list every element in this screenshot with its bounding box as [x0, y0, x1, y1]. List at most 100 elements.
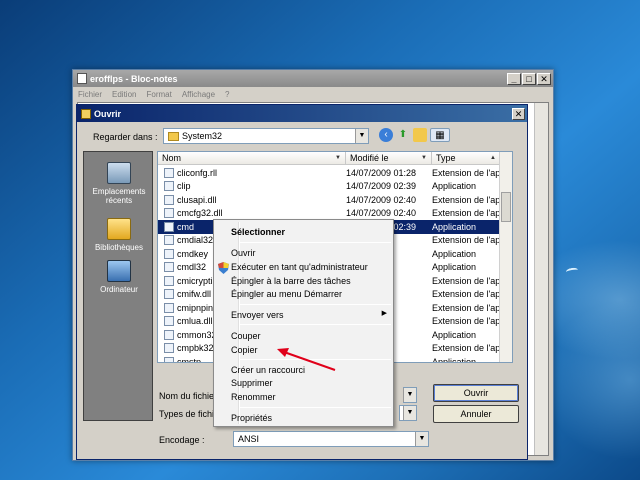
file-name: cmstp	[177, 356, 202, 363]
place-label: Emplacements récents	[92, 187, 146, 205]
file-name: cmcfg32.dll	[177, 208, 223, 219]
maximize-button[interactable]: □	[522, 72, 536, 85]
file-icon	[164, 235, 174, 246]
dialog-titlebar[interactable]: Ouvrir ✕	[77, 105, 527, 122]
chevron-down-icon[interactable]: ▼	[403, 406, 416, 420]
filename-field[interactable]: ▼	[403, 387, 417, 403]
menu-item-pin-start[interactable]: Épingler au menu Démarrer	[231, 289, 342, 299]
file-name: cliconfg.rll	[177, 167, 218, 178]
file-name: cmd	[177, 221, 195, 232]
file-row[interactable]: clip 14/07/2009 02:39 Application	[158, 180, 500, 194]
menu-item-rename[interactable]: Renommer	[231, 392, 276, 402]
file-date: 14/07/2009 02:40	[346, 194, 417, 205]
menu-help[interactable]: ?	[225, 90, 229, 99]
chevron-down-icon[interactable]: ▼	[355, 129, 368, 143]
file-type: Application	[432, 221, 477, 232]
column-type[interactable]: Type ▲	[432, 152, 500, 164]
menu-item-select[interactable]: Sélectionner	[231, 227, 285, 237]
file-icon	[164, 343, 174, 354]
menu-item-create-shortcut[interactable]: Créer un raccourci	[231, 365, 305, 375]
look-in-combo[interactable]: System32 ▼	[163, 128, 369, 144]
file-name-cell: cliconfg.rll	[158, 167, 340, 178]
file-type: Extension de l'ap...	[432, 235, 500, 246]
file-name: cmifw.dll	[177, 289, 212, 300]
menu-item-properties[interactable]: Propriétés	[231, 413, 272, 423]
column-name[interactable]: Nom ▼	[158, 152, 346, 164]
file-date: 14/07/2009 02:39	[346, 181, 417, 192]
menu-item-pin-taskbar[interactable]: Épingler à la barre des tâches	[231, 276, 351, 286]
menu-edit[interactable]: Edition	[112, 90, 136, 99]
file-name: cmlua.dll	[177, 316, 213, 327]
file-type: Extension de l'ap...	[432, 167, 500, 178]
libraries-icon	[107, 218, 131, 240]
file-name: clip	[177, 181, 191, 192]
file-icon	[164, 167, 174, 178]
dialog-toolbar: ‹ ⬆ ▦	[379, 128, 450, 142]
file-icon	[164, 208, 174, 219]
file-list-scrollbar[interactable]	[499, 152, 512, 362]
file-date: 14/07/2009 02:40	[346, 208, 417, 219]
place-computer[interactable]: Ordinateur	[84, 260, 154, 294]
menu-file[interactable]: Fichier	[78, 90, 102, 99]
file-row[interactable]: cmcfg32.dll 14/07/2009 02:40 Extension de …	[158, 207, 500, 221]
menu-item-open[interactable]: Ouvrir	[231, 248, 256, 258]
file-type: Extension de l'ap...	[432, 302, 500, 313]
file-name: cmicryptin	[177, 275, 218, 286]
file-type: Extension de l'ap...	[432, 208, 500, 219]
file-name: cmpbk32.	[177, 343, 217, 354]
chevron-down-icon[interactable]: ▼	[403, 388, 416, 402]
file-icon	[164, 302, 174, 313]
menu-separator	[240, 242, 391, 243]
file-row[interactable]: clusapi.dll 14/07/2009 02:40 Extension de …	[158, 193, 500, 207]
menu-item-send-to[interactable]: Envoyer vers	[231, 310, 284, 320]
minimize-button[interactable]: _	[507, 72, 521, 85]
file-icon	[164, 356, 174, 362]
view-menu-icon[interactable]: ▦	[430, 128, 450, 142]
back-icon[interactable]: ‹	[379, 128, 393, 142]
place-recent[interactable]: Emplacements récents	[84, 162, 154, 205]
menu-format[interactable]: Format	[146, 90, 171, 99]
notepad-icon	[77, 73, 87, 84]
filename-label: Nom du fichier	[159, 391, 218, 401]
file-row[interactable]: cliconfg.rll 14/07/2009 01:28 Extension de…	[158, 166, 500, 180]
menu-view[interactable]: Affichage	[182, 90, 215, 99]
notepad-title: erofflps - Bloc-notes	[90, 73, 178, 84]
new-folder-icon[interactable]	[413, 128, 427, 142]
uac-shield-icon	[218, 262, 229, 274]
scroll-thumb[interactable]	[501, 192, 511, 222]
file-icon	[164, 248, 174, 259]
file-icon	[164, 329, 174, 340]
file-type: Application	[432, 181, 477, 192]
up-folder-icon[interactable]: ⬆	[396, 128, 410, 142]
close-button[interactable]: ✕	[537, 72, 551, 85]
dialog-title: Ouvrir	[94, 108, 122, 119]
place-label: Ordinateur	[100, 285, 138, 294]
menu-item-run-as-admin[interactable]: Exécuter en tant qu'administrateur	[231, 262, 368, 272]
cancel-button[interactable]: Annuler	[433, 405, 519, 423]
file-date: 14/07/2009 01:28	[346, 167, 417, 178]
file-icon	[164, 181, 174, 192]
notepad-titlebar[interactable]: erofflps - Bloc-notes _ □ ✕	[73, 70, 553, 87]
places-bar: Emplacements récents Bibliothèques Ordin…	[83, 151, 153, 421]
encoding-label: Encodage :	[159, 435, 205, 445]
file-name: cmipnpins	[177, 302, 218, 313]
file-type: Extension de l'ap...	[432, 316, 500, 327]
submenu-arrow-icon: ▶	[381, 310, 387, 317]
notepad-scrollbar[interactable]	[534, 103, 548, 455]
file-type: Application	[432, 356, 477, 363]
open-button[interactable]: Ouvrir	[433, 384, 519, 402]
file-icon	[164, 194, 174, 205]
folder-icon	[168, 131, 179, 141]
encoding-combo[interactable]: ANSI ▼	[233, 431, 429, 447]
filetype-label: Types de fichie	[159, 409, 220, 419]
chevron-down-icon[interactable]: ▼	[415, 432, 428, 446]
menu-item-copy[interactable]: Copier	[231, 345, 258, 355]
menu-item-delete[interactable]: Supprimer	[231, 378, 273, 388]
dialog-close-button[interactable]: ✕	[512, 107, 525, 120]
menu-item-cut[interactable]: Couper	[231, 331, 261, 341]
filetype-combo[interactable]: ▼	[399, 405, 417, 421]
column-modified[interactable]: Modifié le ▼	[346, 152, 432, 164]
place-libraries[interactable]: Bibliothèques	[84, 218, 154, 252]
file-name: cmdl32	[177, 262, 207, 273]
file-type: Application	[432, 248, 477, 259]
